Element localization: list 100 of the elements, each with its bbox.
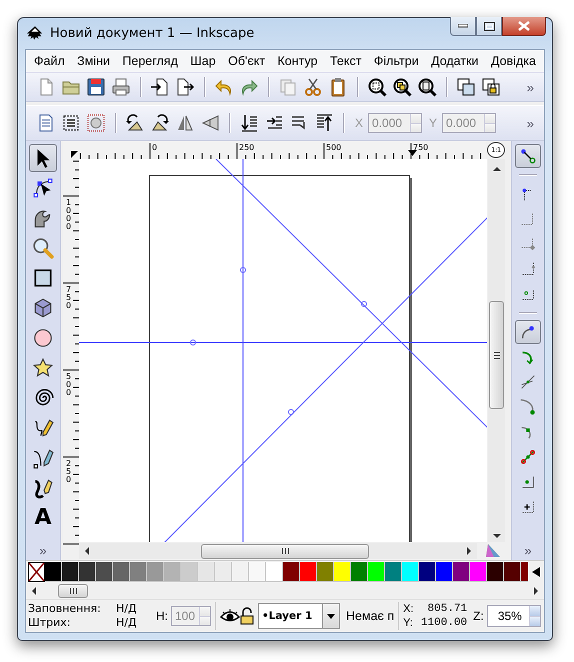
layer-dropdown[interactable]: •Layer 1 xyxy=(258,603,340,629)
snap-intersection-icon xyxy=(519,373,537,391)
color-swatch[interactable] xyxy=(249,562,266,582)
color-swatch[interactable] xyxy=(453,562,470,582)
color-swatch[interactable] xyxy=(334,562,351,582)
no-paint-swatch[interactable] xyxy=(28,562,45,582)
color-swatch[interactable] xyxy=(487,562,504,582)
window-title: Новий документ 1 — Inkscape xyxy=(50,26,254,41)
color-swatch[interactable] xyxy=(368,562,385,582)
color-swatch[interactable] xyxy=(385,562,402,582)
redo-icon[interactable] xyxy=(239,77,259,97)
scrollbar-thumb[interactable] xyxy=(58,584,88,598)
lower-to-bottom-icon[interactable] xyxy=(239,113,259,133)
ruler-label: 500 xyxy=(326,143,342,152)
magnifier-icon xyxy=(32,237,54,259)
guide-handle[interactable] xyxy=(240,267,246,273)
export-icon[interactable] xyxy=(175,77,195,97)
color-swatch[interactable] xyxy=(62,562,79,582)
fill-label: Заповнення: xyxy=(28,602,102,616)
zoom-field[interactable]: 35% xyxy=(486,605,541,627)
cube-icon xyxy=(32,297,54,319)
overflow-chevron[interactable]: » xyxy=(524,543,532,560)
opacity-label: H: xyxy=(156,609,168,623)
ruler-label: 750 xyxy=(412,143,428,152)
color-swatch[interactable] xyxy=(147,562,164,582)
menu-item[interactable]: Шар xyxy=(189,53,217,69)
select-all-layers-icon[interactable] xyxy=(61,113,81,133)
color-swatch[interactable] xyxy=(45,562,62,582)
color-swatch[interactable] xyxy=(232,562,249,582)
color-swatch[interactable] xyxy=(300,562,317,582)
overflow-chevron[interactable]: » xyxy=(39,543,47,560)
menu-item[interactable]: Перегляд xyxy=(121,53,179,69)
snap-icon xyxy=(519,147,537,165)
vertical-scrollbar[interactable] xyxy=(488,159,505,542)
snap-toggle[interactable] xyxy=(515,320,541,344)
color-swatch[interactable] xyxy=(317,562,334,582)
color-swatch[interactable] xyxy=(130,562,147,582)
color-swatch[interactable] xyxy=(113,562,130,582)
app-logo-icon xyxy=(26,26,44,41)
scrollbar-thumb[interactable] xyxy=(489,301,504,409)
color-swatch[interactable] xyxy=(266,562,283,582)
guide-handle[interactable] xyxy=(360,301,367,307)
color-swatch[interactable] xyxy=(351,562,368,582)
zoom-page-icon[interactable] xyxy=(417,77,437,97)
raise-to-top-icon[interactable] xyxy=(314,113,334,133)
stroke-value: Н/Д xyxy=(116,616,138,630)
flip-horizontal-icon[interactable] xyxy=(175,113,195,133)
overflow-chevron[interactable]: » xyxy=(522,80,538,94)
padlock-squares-icon[interactable] xyxy=(481,77,501,97)
scissors-icon[interactable] xyxy=(303,77,323,97)
maximize-button[interactable] xyxy=(476,17,502,36)
flip-vertical-icon[interactable] xyxy=(200,113,220,133)
color-swatch[interactable] xyxy=(164,562,181,582)
ruler-corner-icon xyxy=(70,151,78,158)
horizontal-scrollbar[interactable] xyxy=(79,543,477,559)
color-swatch[interactable] xyxy=(198,562,215,582)
menu-item[interactable]: Додатки xyxy=(430,53,480,69)
color-swatch[interactable] xyxy=(504,562,521,582)
color-swatch[interactable] xyxy=(283,562,300,582)
guide-handle[interactable] xyxy=(288,409,294,415)
overflow-chevron[interactable]: » xyxy=(522,116,538,130)
fill-value: Н/Д xyxy=(116,602,138,616)
eye-icon[interactable] xyxy=(220,609,240,623)
menu-item[interactable]: Контур xyxy=(276,53,319,69)
color-swatch[interactable] xyxy=(436,562,453,582)
color-management-icon[interactable] xyxy=(485,543,501,559)
undo-icon[interactable] xyxy=(214,77,234,97)
guide-line[interactable] xyxy=(242,159,244,542)
color-swatch[interactable] xyxy=(79,562,96,582)
zoom-selection-icon[interactable] xyxy=(367,77,387,97)
padlock-icon[interactable] xyxy=(240,607,254,625)
color-swatch[interactable] xyxy=(215,562,232,582)
menu-item[interactable]: Об'єкт xyxy=(227,53,266,69)
tool-button[interactable]: A xyxy=(29,504,57,532)
cursor-y-label: Y: xyxy=(403,616,414,630)
ruler-label: 1000 xyxy=(66,198,72,231)
import-icon[interactable] xyxy=(150,77,170,97)
menu-item[interactable]: Текст xyxy=(329,53,362,69)
color-swatch[interactable] xyxy=(181,562,198,582)
color-swatch[interactable] xyxy=(419,562,436,582)
menu-item[interactable]: Довідка xyxy=(490,53,537,69)
group-icon[interactable] xyxy=(456,77,476,97)
rotate-left-icon[interactable] xyxy=(125,113,145,133)
menu-item[interactable]: Фільтри xyxy=(372,53,420,69)
rotate-right-icon[interactable] xyxy=(150,113,170,133)
deselect-icon[interactable] xyxy=(86,113,106,133)
snap-toggle[interactable] xyxy=(515,144,541,168)
zoom-drawing-icon[interactable] xyxy=(392,77,412,97)
close-button[interactable] xyxy=(502,17,546,36)
color-swatch[interactable] xyxy=(470,562,487,582)
scrollbar-thumb[interactable] xyxy=(201,544,369,558)
color-swatch[interactable] xyxy=(402,562,419,582)
palette-menu-icon[interactable] xyxy=(532,567,540,577)
color-swatch[interactable] xyxy=(96,562,113,582)
printer-icon[interactable] xyxy=(111,77,131,97)
minimize-button[interactable] xyxy=(450,17,476,36)
tool-button[interactable] xyxy=(29,144,57,172)
menu-item[interactable]: Зміни xyxy=(76,53,111,69)
guide-handle[interactable] xyxy=(190,340,196,346)
menu-item[interactable]: Файл xyxy=(33,53,66,69)
